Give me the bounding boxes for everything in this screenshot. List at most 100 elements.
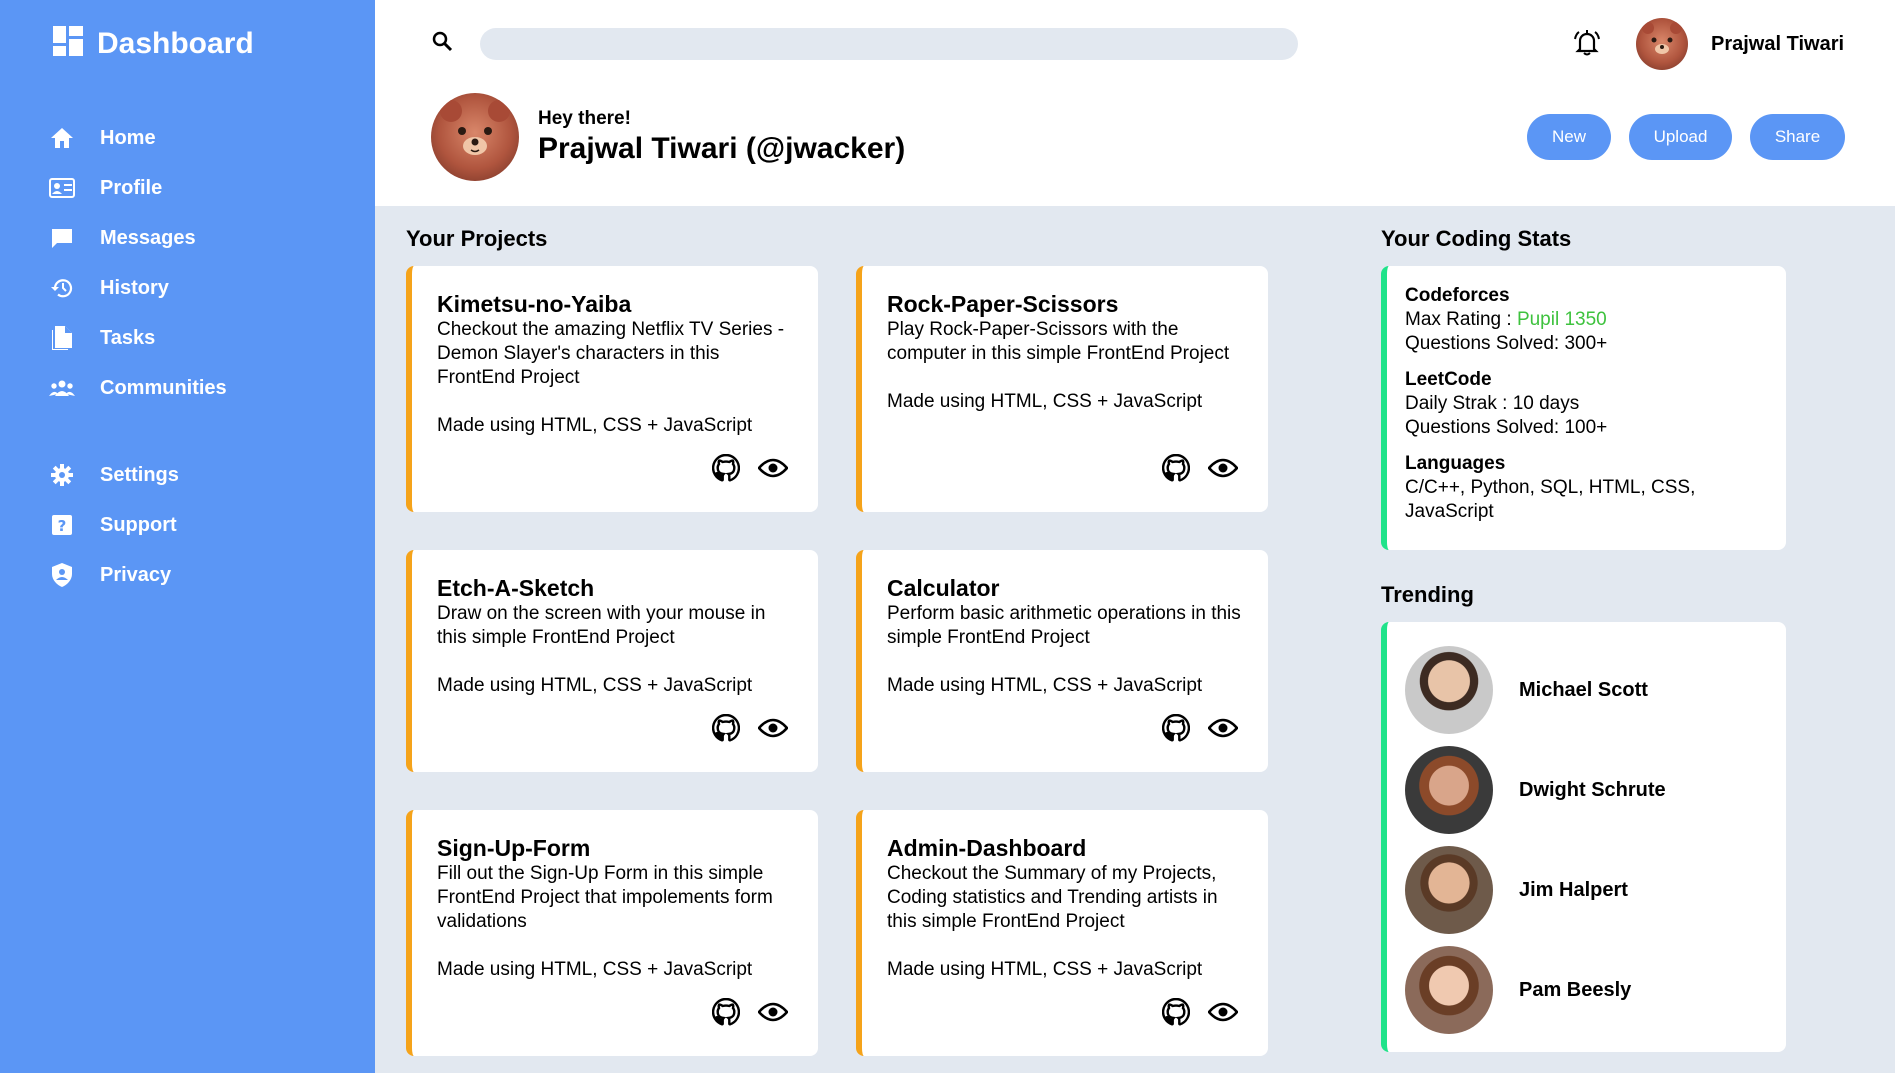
project-title: Kimetsu-no-Yaiba — [437, 291, 632, 317]
eye-icon[interactable] — [1208, 1002, 1238, 1022]
project-title: Calculator — [887, 575, 1000, 601]
github-icon[interactable] — [1162, 714, 1190, 742]
sidebar-nav: Home Profile Messages History Tasks Comm… — [48, 113, 227, 413]
id-card-icon — [48, 174, 76, 202]
project-tech: Made using HTML, CSS + JavaScript — [887, 959, 1203, 980]
trending-name: Jim Halpert — [1519, 878, 1628, 901]
avatar — [1405, 946, 1493, 1034]
project-description: Play Rock-Paper-Scissors with the comput… — [887, 319, 1230, 364]
project-description: Checkout the Summary of my Projects, Cod… — [887, 863, 1218, 932]
avatar[interactable] — [1636, 18, 1688, 70]
github-icon[interactable] — [1162, 998, 1190, 1026]
sidebar-item-communities[interactable]: Communities — [48, 363, 227, 413]
list-item[interactable]: Michael Scott — [1387, 640, 1786, 740]
sidebar-item-home[interactable]: Home — [48, 113, 227, 163]
brand-title: Dashboard — [97, 26, 254, 60]
project-title: Admin-Dashboard — [887, 835, 1087, 861]
new-button[interactable]: New — [1527, 114, 1611, 160]
history-icon — [48, 274, 76, 302]
github-icon[interactable] — [712, 714, 740, 742]
sidebar-item-profile[interactable]: Profile — [48, 163, 227, 213]
leetcode-stats: LeetCode Daily Strak : 10 days Questions… — [1405, 368, 1768, 440]
search-input[interactable] — [480, 28, 1298, 60]
brand[interactable]: Dashboard — [53, 26, 254, 61]
sidebar-item-label: Settings — [100, 463, 179, 486]
eye-icon[interactable] — [758, 718, 788, 738]
project-title: Rock-Paper-Scissors — [887, 291, 1119, 317]
project-card: Rock-Paper-Scissors Play Rock-Paper-Scis… — [856, 266, 1268, 512]
home-icon — [48, 124, 76, 152]
share-button[interactable]: Share — [1750, 114, 1845, 160]
project-actions — [1162, 998, 1238, 1026]
page-title: Prajwal Tiwari (@jwacker) — [538, 132, 906, 165]
trending-name: Dwight Schrute — [1519, 778, 1666, 801]
list-item[interactable]: Pam Beesly — [1387, 940, 1786, 1040]
sidebar-item-label: Support — [100, 513, 177, 536]
dashboard-icon — [53, 26, 83, 61]
project-tech: Made using HTML, CSS + JavaScript — [437, 415, 753, 436]
gear-icon — [48, 461, 76, 489]
project-tech: Made using HTML, CSS + JavaScript — [437, 959, 753, 980]
rating-value: Pupil 1350 — [1516, 309, 1607, 330]
project-actions — [712, 714, 788, 742]
sidebar-item-label: Messages — [100, 226, 196, 249]
rating-label: Max Rating : — [1405, 309, 1517, 330]
people-icon — [48, 374, 76, 402]
project-tech: Made using HTML, CSS + JavaScript — [887, 675, 1203, 696]
avatar — [1405, 746, 1493, 834]
sidebar-item-messages[interactable]: Messages — [48, 213, 227, 263]
greeting: Hey there! — [538, 108, 631, 129]
project-actions — [712, 998, 788, 1026]
project-actions — [1162, 714, 1238, 742]
eye-icon[interactable] — [1208, 718, 1238, 738]
project-tech: Made using HTML, CSS + JavaScript — [437, 675, 753, 696]
shield-icon — [48, 561, 76, 589]
eye-icon[interactable] — [758, 1002, 788, 1022]
sidebar-item-label: Profile — [100, 176, 163, 199]
stat-heading: LeetCode — [1405, 369, 1492, 390]
project-description: Perform basic arithmetic operations in t… — [887, 603, 1241, 648]
sidebar-item-label: Communities — [100, 376, 227, 399]
project-actions — [712, 454, 788, 482]
stat-line: Questions Solved: 300+ — [1405, 333, 1608, 354]
eye-icon[interactable] — [1208, 458, 1238, 478]
sidebar-item-label: Privacy — [100, 563, 172, 586]
list-item[interactable]: Dwight Schrute — [1387, 740, 1786, 840]
project-tech: Made using HTML, CSS + JavaScript — [887, 391, 1203, 412]
stat-heading: Codeforces — [1405, 285, 1510, 306]
project-description: Draw on the screen with your mouse in th… — [437, 603, 766, 648]
github-icon[interactable] — [712, 998, 740, 1026]
sidebar-item-privacy[interactable]: Privacy — [48, 550, 179, 600]
header: Prajwal Tiwari Hey there! Prajwal Tiwari… — [375, 0, 1895, 206]
stats-title: Your Coding Stats — [1381, 226, 1572, 251]
coding-stats-card: Codeforces Max Rating : Pupil 1350 Quest… — [1381, 266, 1786, 550]
project-description: Checkout the amazing Netflix TV Series -… — [437, 319, 785, 388]
stat-line: Questions Solved: 100+ — [1405, 417, 1608, 438]
sidebar-item-tasks[interactable]: Tasks — [48, 313, 227, 363]
trending-title: Trending — [1381, 582, 1474, 607]
svg-text:?: ? — [58, 517, 67, 535]
search-icon[interactable] — [431, 30, 455, 59]
avatar — [1405, 846, 1493, 934]
sidebar-nav-secondary: Settings ? Support Privacy — [48, 450, 179, 600]
stat-line: Max Rating : Pupil 1350 — [1405, 308, 1768, 332]
sidebar-item-history[interactable]: History — [48, 263, 227, 313]
github-icon[interactable] — [712, 454, 740, 482]
sidebar-item-label: Home — [100, 126, 156, 149]
project-card: Kimetsu-no-Yaiba Checkout the amazing Ne… — [406, 266, 818, 512]
project-card: Sign-Up-Form Fill out the Sign-Up Form i… — [406, 810, 818, 1056]
sidebar-item-settings[interactable]: Settings — [48, 450, 179, 500]
stat-line: Daily Strak : 10 days — [1405, 393, 1580, 414]
project-title: Etch-A-Sketch — [437, 575, 595, 601]
header-username[interactable]: Prajwal Tiwari — [1711, 33, 1844, 56]
sidebar-item-support[interactable]: ? Support — [48, 500, 179, 550]
github-icon[interactable] — [1162, 454, 1190, 482]
upload-button[interactable]: Upload — [1629, 114, 1732, 160]
project-title: Sign-Up-Form — [437, 835, 591, 861]
project-actions — [1162, 454, 1238, 482]
stat-line: C/C++, Python, SQL, HTML, CSS, JavaScrip… — [1405, 477, 1696, 522]
eye-icon[interactable] — [758, 458, 788, 478]
list-item[interactable]: Jim Halpert — [1387, 840, 1786, 940]
codeforces-stats: Codeforces Max Rating : Pupil 1350 Quest… — [1405, 284, 1768, 356]
bell-icon[interactable] — [1572, 28, 1602, 63]
